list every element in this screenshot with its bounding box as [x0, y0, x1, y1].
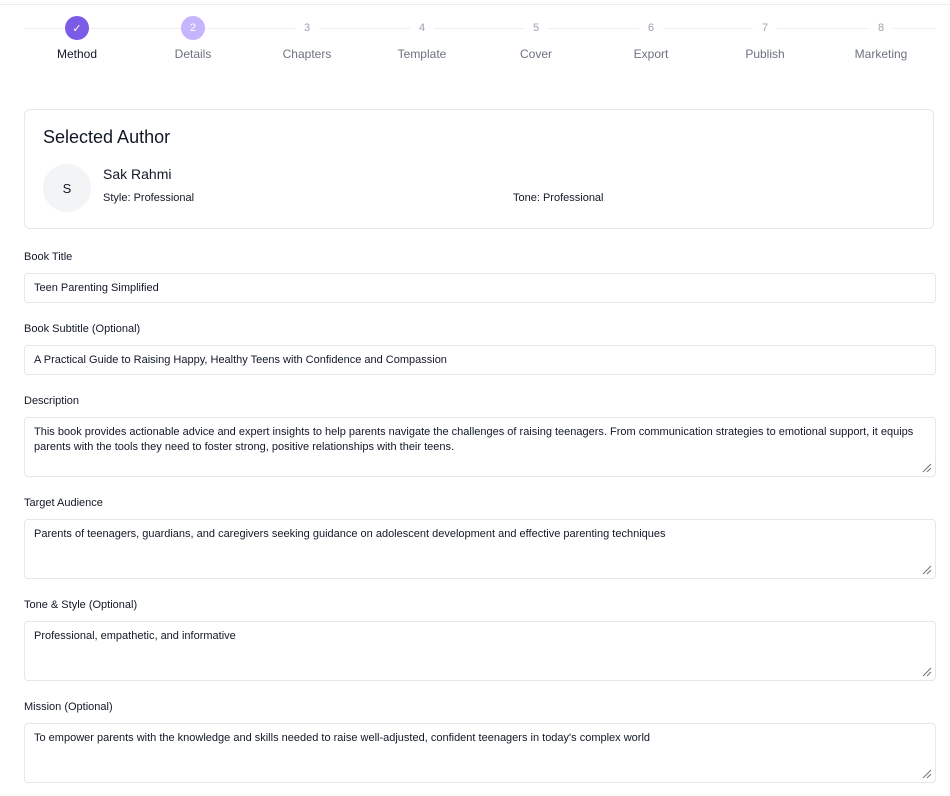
- book-subtitle-label: Book Subtitle (Optional): [24, 323, 141, 335]
- tone-style-text: Professional, empathetic, and informativ…: [34, 630, 236, 642]
- description-label: Description: [24, 395, 80, 407]
- step-number: 2: [181, 16, 205, 40]
- step-label: Chapters: [282, 47, 332, 61]
- step-label: Method: [56, 47, 98, 61]
- top-divider: [0, 4, 950, 5]
- tone-style-textarea[interactable]: Professional, empathetic, and informativ…: [24, 621, 936, 681]
- step-number: 6: [639, 16, 663, 40]
- mission-label: Mission (Optional): [24, 701, 113, 713]
- author-style: Style: Professional: [103, 192, 195, 204]
- step-label: Details: [174, 47, 212, 61]
- author-name: Sak Rahmi: [103, 166, 172, 182]
- step-number: 8: [869, 16, 893, 40]
- description-text: This book provides actionable advice and…: [34, 426, 914, 453]
- step-number: 5: [524, 16, 548, 40]
- resize-handle-icon[interactable]: [922, 769, 932, 779]
- book-title-label: Book Title: [24, 251, 73, 263]
- step-label: Marketing: [854, 47, 908, 61]
- author-tone: Tone: Professional: [513, 192, 604, 204]
- selected-author-card: Selected Author S Sak Rahmi Style: Profe…: [24, 109, 934, 229]
- target-audience-text: Parents of teenagers, guardians, and car…: [34, 528, 666, 540]
- tone-style-label: Tone & Style (Optional): [24, 599, 138, 611]
- step-chapters[interactable]: 3 Chapters: [252, 16, 362, 61]
- book-title-input[interactable]: Teen Parenting Simplified: [24, 273, 936, 303]
- resize-handle-icon[interactable]: [922, 565, 932, 575]
- step-number: 7: [753, 16, 777, 40]
- step-marketing[interactable]: 8 Marketing: [826, 16, 936, 61]
- step-label: Export: [633, 47, 669, 61]
- step-cover[interactable]: 5 Cover: [481, 16, 591, 61]
- author-card-heading: Selected Author: [43, 127, 171, 147]
- step-export[interactable]: 6 Export: [596, 16, 706, 61]
- progress-stepper: ✓ Method 2 Details 3 Chapters 4 Template…: [24, 16, 936, 64]
- mission-textarea[interactable]: To empower parents with the knowledge an…: [24, 723, 936, 783]
- book-subtitle-input[interactable]: A Practical Guide to Raising Happy, Heal…: [24, 345, 936, 375]
- target-audience-textarea[interactable]: Parents of teenagers, guardians, and car…: [24, 519, 936, 579]
- step-details[interactable]: 2 Details: [138, 16, 248, 61]
- mission-text: To empower parents with the knowledge an…: [34, 732, 650, 744]
- resize-handle-icon[interactable]: [922, 463, 932, 473]
- step-number: 4: [410, 16, 434, 40]
- resize-handle-icon[interactable]: [922, 667, 932, 677]
- step-label: Publish: [745, 47, 785, 61]
- step-number: 3: [295, 16, 319, 40]
- target-audience-label: Target Audience: [24, 497, 103, 509]
- step-publish[interactable]: 7 Publish: [710, 16, 820, 61]
- step-label: Template: [397, 47, 447, 61]
- checkmark-icon: ✓: [65, 16, 89, 40]
- description-textarea[interactable]: This book provides actionable advice and…: [24, 417, 936, 477]
- step-method[interactable]: ✓ Method: [22, 16, 132, 61]
- step-template[interactable]: 4 Template: [367, 16, 477, 61]
- avatar: S: [43, 164, 91, 212]
- step-label: Cover: [519, 47, 552, 61]
